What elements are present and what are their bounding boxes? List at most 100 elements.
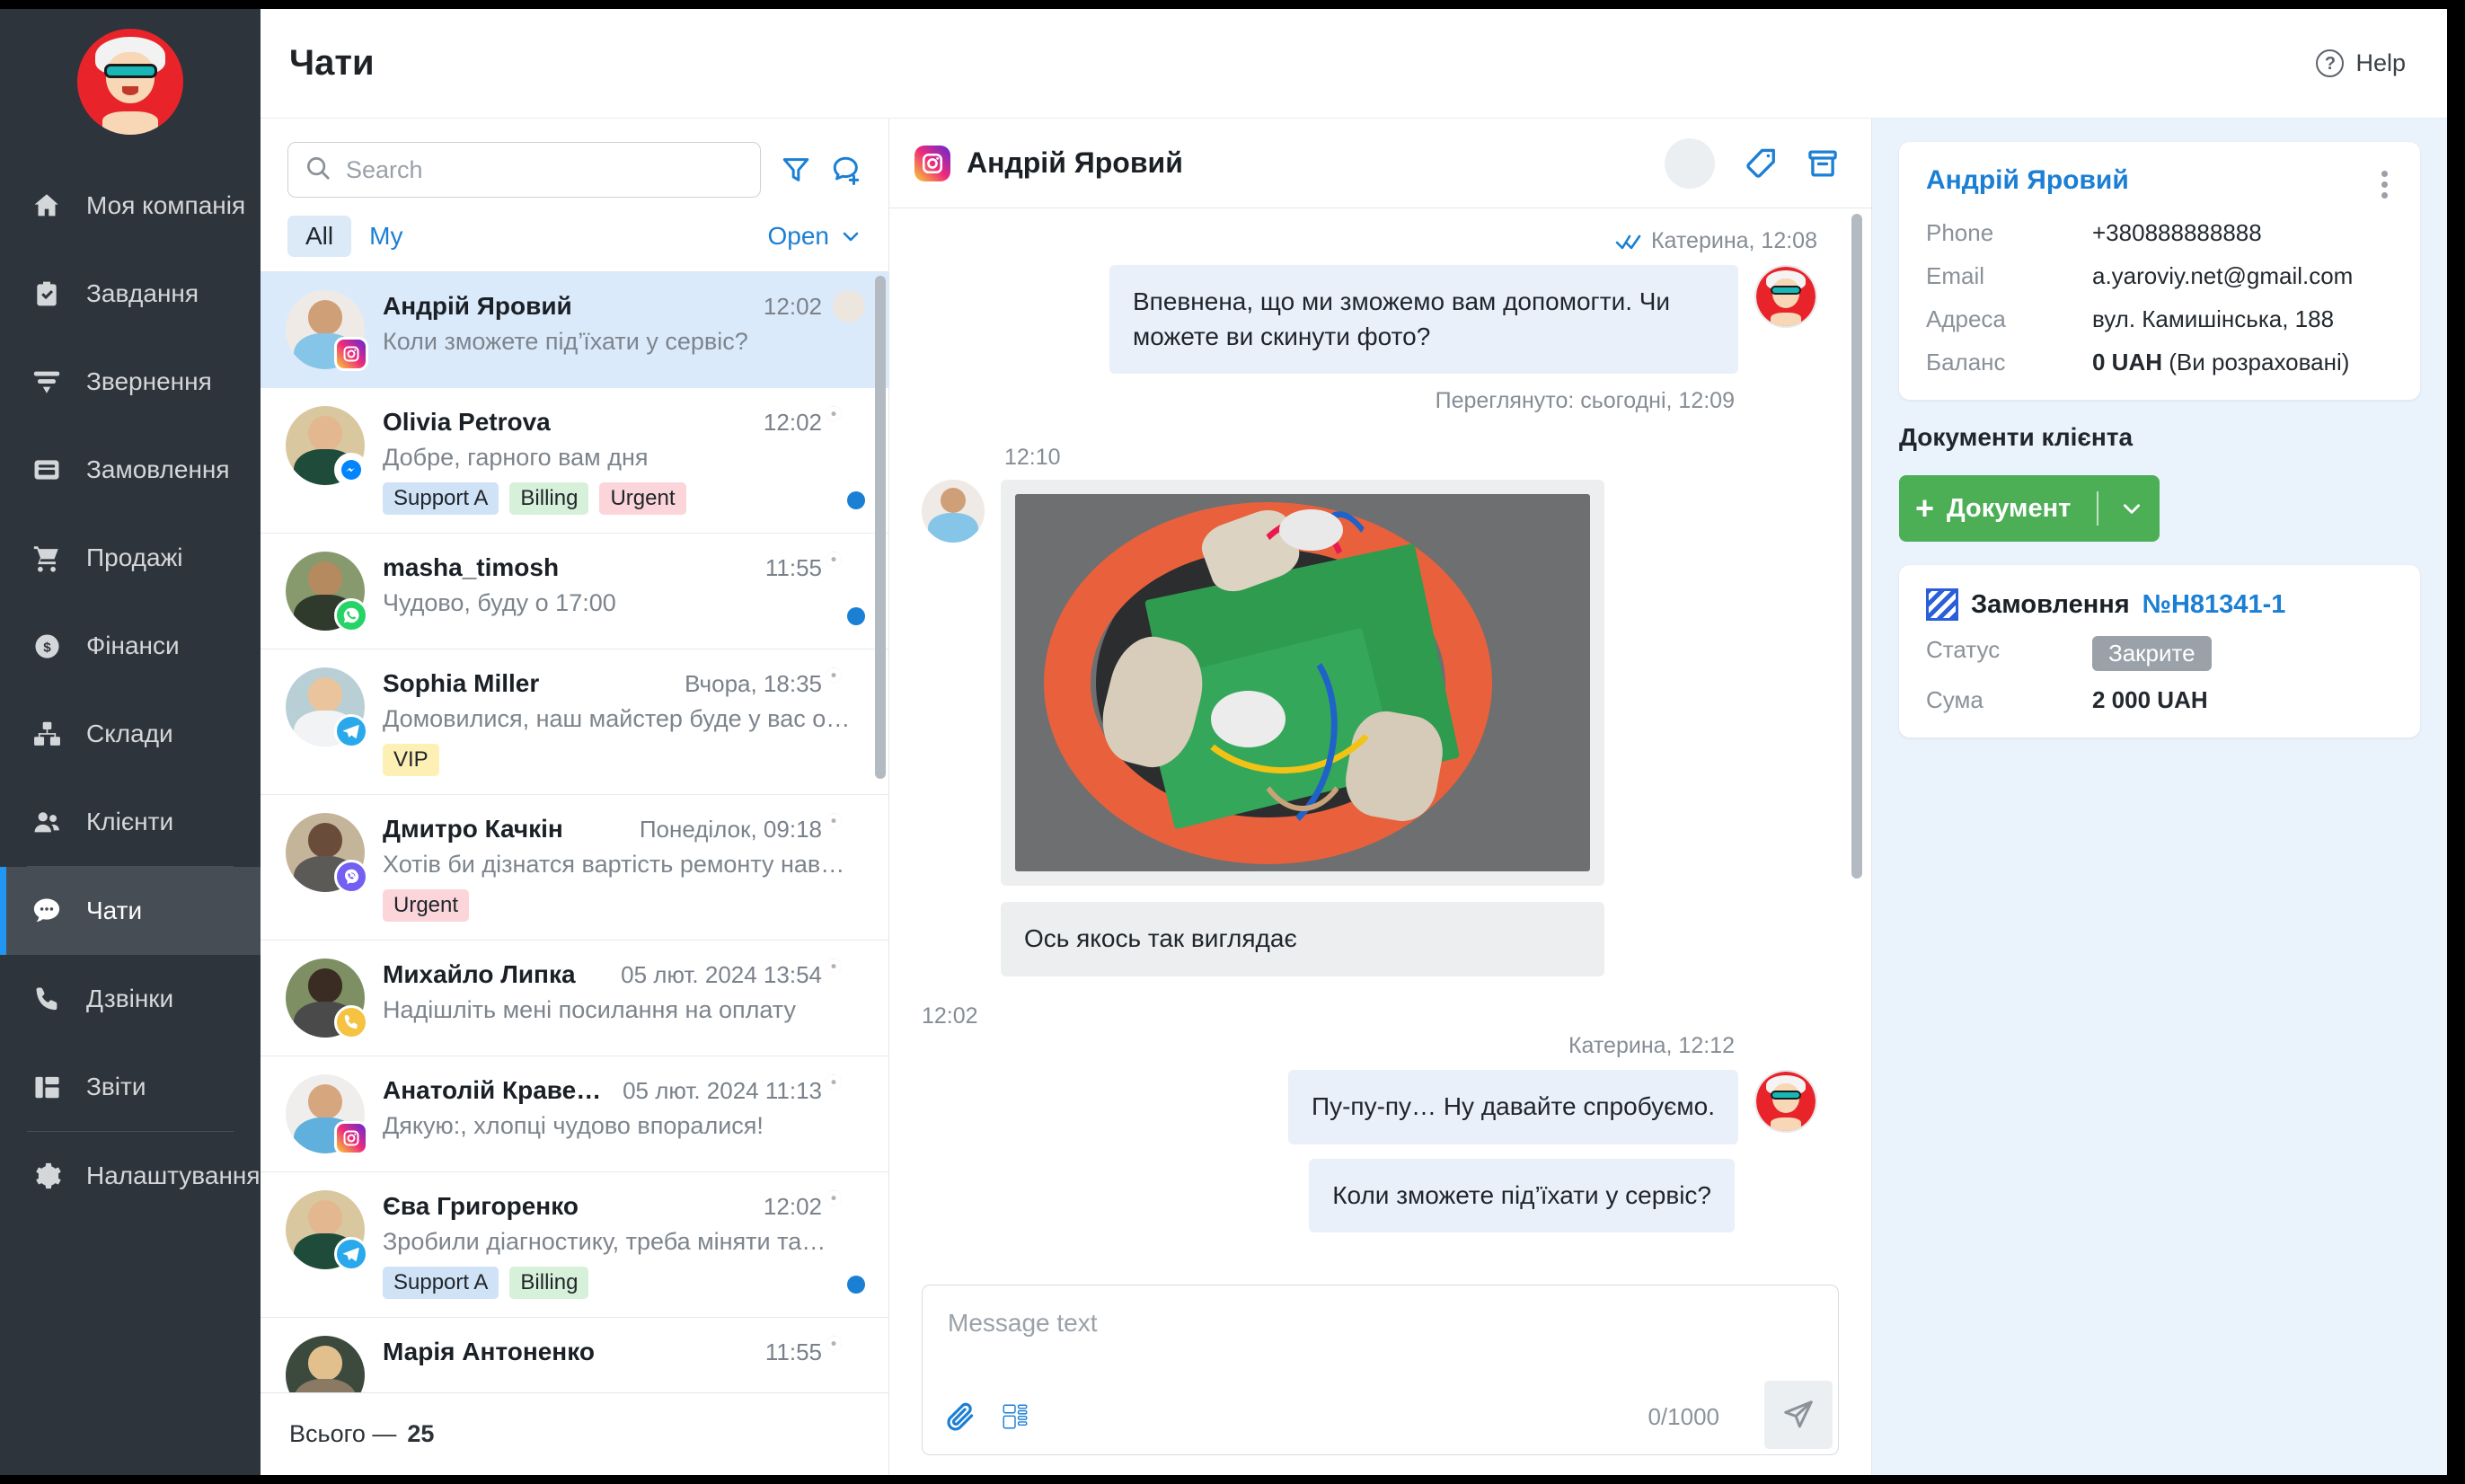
total-count: 25: [407, 1420, 435, 1447]
instagram-icon: [914, 145, 950, 181]
chat-item-preview: Коли зможете під’їхати у сервіс?: [383, 328, 748, 355]
chat-list-item[interactable]: Андрій Яровий 12:02 Коли зможете під’їха…: [261, 272, 888, 388]
main-area: Чати ? Help Search All My Open Андрій Яр…: [261, 9, 2447, 1475]
svg-text:$: $: [43, 640, 51, 655]
client-field-phone: Phone +380888888888: [1926, 219, 2393, 247]
order-card[interactable]: Замовлення №H81341-1 Статус Закрите Сума…: [1899, 565, 2420, 738]
order-number-link[interactable]: №H81341-1: [2143, 590, 2286, 620]
sidebar-item-my-company[interactable]: Моя компанія: [0, 162, 261, 250]
avatar: [286, 406, 368, 487]
unassigned-operator-icon: [833, 405, 865, 438]
company-logo[interactable]: [77, 29, 183, 135]
chevron-down-icon[interactable]: [2111, 497, 2143, 520]
sidebar-item-settings[interactable]: Налаштування: [0, 1132, 261, 1220]
chat-list-scrollbar[interactable]: [875, 276, 886, 779]
chat-list-item[interactable]: Анатолій Краве… 05 лют. 2024 11:13 Дякую…: [261, 1056, 888, 1172]
client-field-email: Email a.yaroviy.net@gmail.com: [1926, 262, 2393, 290]
add-document-button[interactable]: + Документ: [1899, 475, 2160, 542]
sidebar-item-reports[interactable]: Звіти: [0, 1043, 261, 1131]
sidebar-item-sales[interactable]: Продажі: [0, 514, 261, 602]
message-composer[interactable]: Message text 0/1000: [922, 1285, 1839, 1455]
more-options-icon[interactable]: [2376, 165, 2393, 204]
chat-list-item[interactable]: masha_timosh 11:55 Чудово, буду о 17:00: [261, 534, 888, 649]
tag-chip[interactable]: Support A: [383, 1267, 499, 1299]
client-avatar: [922, 480, 985, 543]
tag-chip[interactable]: Support A: [383, 482, 499, 515]
order-field-sum: Сума 2 000 UAH: [1926, 686, 2393, 714]
chat-list-item[interactable]: Єва Григоренко 12:02 Зробили діагностику…: [261, 1172, 888, 1318]
chat-item-preview: Домовилися, наш майстер буде у вас о…: [383, 705, 851, 732]
chat-list-item[interactable]: Olivia Petrova 12:02 Добре, гарного вам …: [261, 388, 888, 534]
chat-item-preview: Надішліть мені посилання на оплату: [383, 996, 796, 1023]
tag-icon[interactable]: [1744, 146, 1778, 181]
messages-area[interactable]: Катерина, 12:08 Впевнена, що ми зможемо …: [889, 208, 1871, 1285]
client-field-balance: Баланс 0 UAH (Ви розраховані): [1926, 349, 2393, 376]
chat-list-item[interactable]: Марія Антоненко 11:55: [261, 1318, 888, 1392]
chat-item-time: 05 лют. 2024 13:54: [621, 960, 822, 988]
send-button[interactable]: [1764, 1381, 1833, 1449]
unassigned-operator-icon: [833, 551, 865, 584]
assigned-operator-avatar[interactable]: [1665, 137, 1715, 189]
chevron-down-icon: [840, 225, 861, 247]
chat-item-tags: Urgent: [383, 889, 865, 922]
home-icon: [27, 190, 66, 221]
tab-all[interactable]: All: [287, 216, 352, 257]
sidebar-item-label: Звіти: [86, 1073, 146, 1100]
image-message-bubble[interactable]: [1001, 480, 1604, 887]
sidebar-item-finance[interactable]: $ Фінанси: [0, 602, 261, 690]
logo-wrapper: [0, 9, 261, 162]
tag-chip[interactable]: Billing: [509, 482, 589, 515]
status-filter-dropdown[interactable]: Open: [768, 222, 862, 251]
order-label: Замовлення: [1971, 589, 2130, 619]
search-row: [261, 119, 888, 210]
filter-icon[interactable]: [781, 155, 811, 185]
tag-chip[interactable]: Urgent: [599, 482, 686, 515]
help-button[interactable]: ? Help: [2316, 49, 2406, 77]
viber-badge-icon: [334, 860, 368, 894]
sidebar-item-tasks[interactable]: Завдання: [0, 250, 261, 338]
order-card-header: Замовлення №H81341-1: [1926, 588, 2393, 621]
new-chat-icon[interactable]: [831, 155, 861, 185]
field-label: Статус: [1926, 636, 2001, 663]
archive-icon[interactable]: [1807, 147, 1839, 180]
tag-chip[interactable]: VIP: [383, 744, 439, 776]
avatar: [286, 958, 368, 1039]
chat-list-item[interactable]: Михайло Липка 05 лют. 2024 13:54 Надішлі…: [261, 941, 888, 1056]
unassigned-operator-icon: [833, 958, 865, 991]
attached-photo[interactable]: [1015, 494, 1590, 872]
chat-item-preview: Дякую:, хлопці чудово впоралися!: [383, 1112, 764, 1139]
sidebar-item-chats[interactable]: Чати: [0, 867, 261, 955]
sidebar-item-orders[interactable]: Замовлення: [0, 426, 261, 514]
search-input[interactable]: [346, 155, 744, 184]
field-value: вул. Камишінська, 188: [2092, 305, 2335, 332]
paperclip-icon[interactable]: [944, 1400, 976, 1433]
chat-item-preview: Хотів би дізнатся вартість ремонту нав…: [383, 851, 845, 878]
sidebar-item-label: Чати: [86, 897, 143, 924]
conversation-actions: [1665, 137, 1839, 189]
sidebar-item-label: Налаштування: [86, 1162, 261, 1189]
message-meta: Катерина, 12:12: [922, 1033, 1735, 1059]
avatar: [286, 290, 368, 371]
client-name-link[interactable]: Андрій Яровий: [1926, 165, 2129, 196]
sidebar-item-calls[interactable]: Дзвінки: [0, 955, 261, 1043]
sidebar-item-warehouses[interactable]: Склади: [0, 690, 261, 778]
sidebar-item-appeals[interactable]: Звернення: [0, 338, 261, 426]
search-box[interactable]: [287, 142, 761, 198]
template-icon[interactable]: [1000, 1401, 1030, 1432]
balance-note: (Ви розраховані): [2162, 349, 2350, 375]
message-meta-text: Катерина, 12:12: [1568, 1032, 1735, 1058]
tab-my[interactable]: My: [351, 216, 420, 257]
chat-list-scroll[interactable]: Андрій Яровий 12:02 Коли зможете під’їха…: [261, 271, 888, 1392]
chat-list-item[interactable]: Дмитро Качкін Понеділок, 09:18 Хотів би …: [261, 795, 888, 941]
message-meta: 12:02: [922, 1003, 978, 1029]
chat-item-name: Андрій Яровий: [383, 292, 572, 320]
message-input-placeholder[interactable]: Message text: [923, 1285, 1838, 1338]
chat-list-panel: All My Open: [261, 119, 889, 1475]
tag-chip[interactable]: Urgent: [383, 889, 470, 922]
phone-icon: [27, 985, 66, 1014]
tag-chip[interactable]: Billing: [509, 1267, 589, 1299]
sidebar-item-clients[interactable]: Клієнти: [0, 778, 261, 866]
people-icon: [27, 807, 66, 837]
messages-scrollbar[interactable]: [1851, 214, 1862, 879]
chat-list-item[interactable]: Sophia Miller Вчора, 18:35 Домовилися, н…: [261, 649, 888, 795]
